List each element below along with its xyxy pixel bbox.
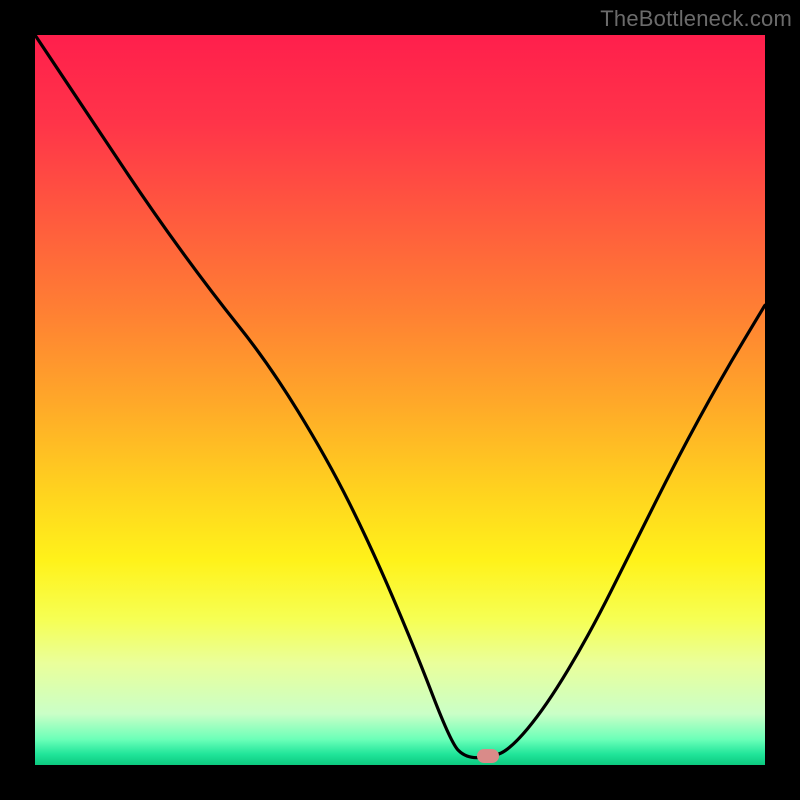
bottleneck-curve bbox=[35, 35, 765, 765]
plot-area bbox=[35, 35, 765, 765]
optimal-point-marker bbox=[477, 749, 499, 763]
chart-frame: TheBottleneck.com bbox=[0, 0, 800, 800]
watermark-text: TheBottleneck.com bbox=[600, 6, 792, 32]
